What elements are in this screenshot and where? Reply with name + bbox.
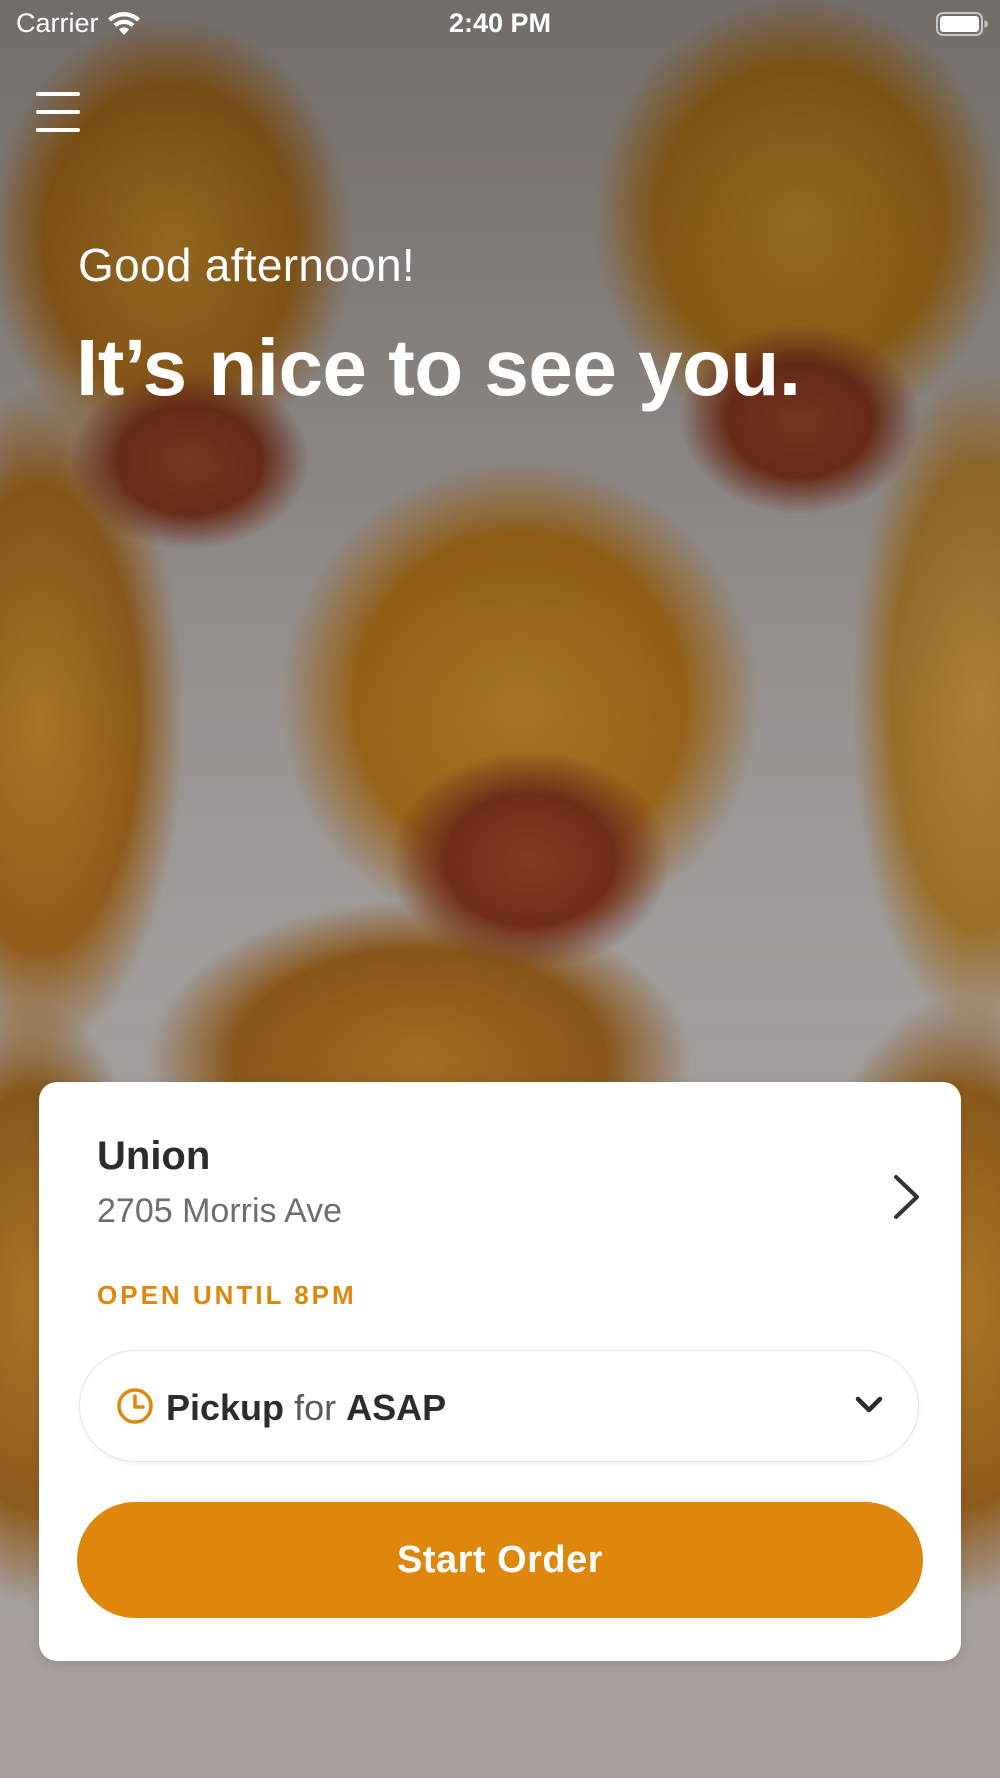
status-time: 2:40 PM xyxy=(448,8,552,38)
menu-line xyxy=(36,92,80,96)
menu-line xyxy=(36,110,80,114)
home-screen: Carrier 2:40 PM Good afternoon! It’s nic… xyxy=(0,0,1000,1778)
clock-icon xyxy=(117,1388,153,1424)
welcome-headline: It’s nice to see you. xyxy=(76,323,801,412)
start-order-button[interactable]: Start Order xyxy=(77,1502,923,1618)
location-address: 2705 Morris Ave xyxy=(97,1192,343,1230)
status-bar: Carrier 2:40 PM xyxy=(0,0,1000,50)
store-hours: OPEN UNTIL 8PM xyxy=(97,1280,357,1310)
battery-icon xyxy=(936,12,988,36)
pickup-mode: Pickup xyxy=(166,1387,285,1428)
location-card: Union 2705 Morris Ave OPEN UNTIL 8PM Pic… xyxy=(39,1082,961,1661)
pickup-time: ASAP xyxy=(346,1387,447,1428)
greeting-text: Good afternoon! xyxy=(78,239,415,291)
pickup-connector: for xyxy=(294,1387,337,1428)
chevron-right-icon xyxy=(894,1175,919,1219)
location-selector[interactable]: Union 2705 Morris Ave xyxy=(97,1134,921,1244)
pickup-summary: Pickup for ASAP xyxy=(166,1387,446,1429)
pickup-time-dropdown[interactable]: Pickup for ASAP xyxy=(79,1350,919,1462)
menu-line xyxy=(36,128,80,132)
location-name: Union xyxy=(97,1134,211,1178)
hamburger-menu-icon[interactable] xyxy=(36,92,80,132)
chevron-down-icon xyxy=(855,1396,883,1413)
